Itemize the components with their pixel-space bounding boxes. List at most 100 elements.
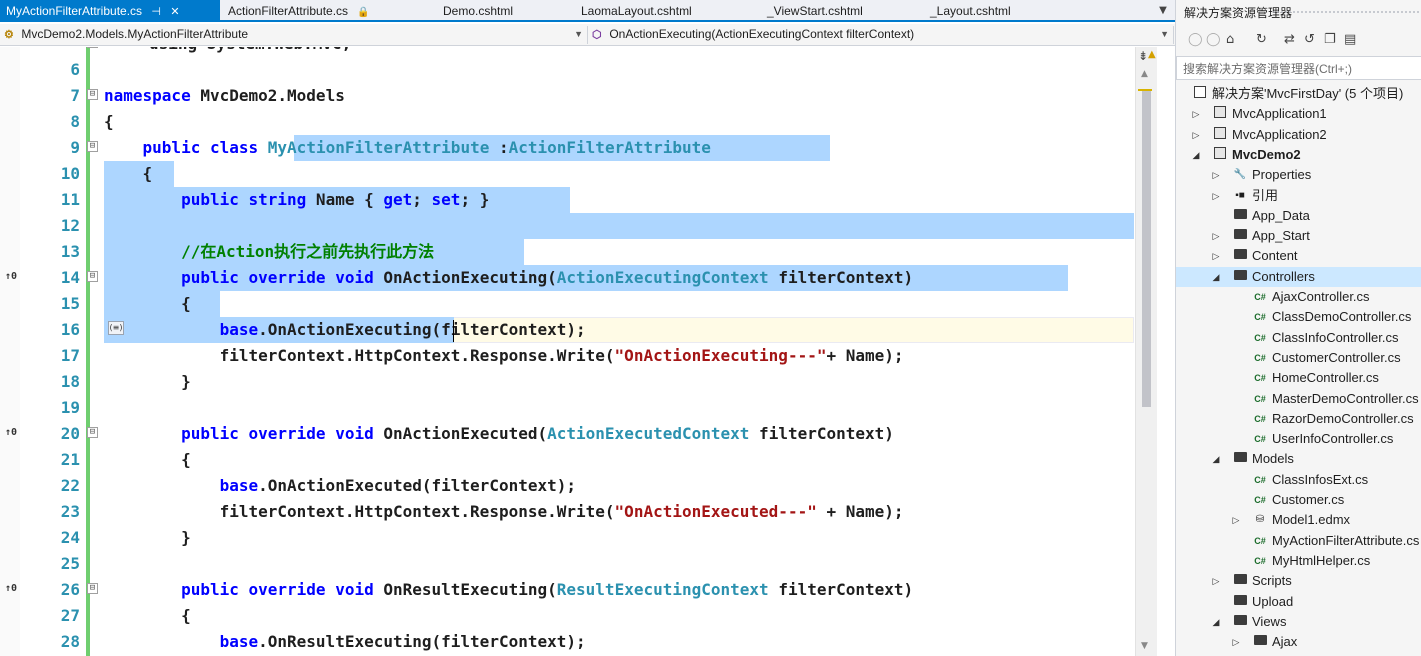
refresh-icon[interactable]: ↺: [1304, 32, 1315, 47]
tree-node-classinfocontroller-cs[interactable]: C# ClassInfoController.cs: [1176, 328, 1421, 348]
tree-node-controllers[interactable]: ◢ Controllers: [1176, 267, 1421, 287]
collapse-icon[interactable]: ⊟: [87, 583, 98, 594]
scroll-up-icon[interactable]: ▲: [1141, 69, 1148, 79]
csharp-file-icon: C#: [1254, 353, 1266, 363]
collapse-all-icon[interactable]: ❐: [1324, 32, 1336, 47]
collapse-icon[interactable]: ⊟: [87, 47, 98, 48]
split-window-icon[interactable]: ⇟: [1138, 49, 1148, 63]
line-number: 25: [60, 554, 80, 573]
tab-dropdown-icon[interactable]: ▼: [1155, 0, 1171, 22]
tab-demo[interactable]: Demo.cshtml: [443, 0, 513, 22]
forward-icon[interactable]: ◯: [1206, 32, 1221, 47]
code-line: 22 base.OnActionExecuted(filterContext);: [0, 473, 1157, 499]
line-number: 27: [60, 606, 80, 625]
collapse-icon[interactable]: ⊟: [87, 427, 98, 438]
tree-node-[interactable]: ▷ ▪■ 引用: [1176, 186, 1421, 206]
code-text: public override void OnActionExecuted(Ac…: [181, 424, 894, 443]
lock-icon: 🔒: [357, 7, 370, 18]
pin-icon[interactable]: ⊣: [151, 1, 161, 23]
tree-node-mvcdemo2[interactable]: ◢ MvcDemo2: [1176, 145, 1421, 165]
collapsed-arrow-icon[interactable]: ▷: [1230, 632, 1242, 652]
expanded-arrow-icon[interactable]: ◢: [1210, 449, 1222, 469]
tree-node-app-start[interactable]: ▷ App_Start: [1176, 226, 1421, 246]
pending-changes-icon[interactable]: ↻: [1256, 32, 1267, 47]
tree-node-myactionfilterattribute-cs[interactable]: C# MyActionFilterAttribute.cs: [1176, 531, 1421, 551]
tree-node-customer-cs[interactable]: C# Customer.cs: [1176, 490, 1421, 510]
tree-node-masterdemocontroller-cs[interactable]: C# MasterDemoController.cs: [1176, 389, 1421, 409]
editor-vertical-scrollbar[interactable]: ⇟ ▲ ▲ ▼: [1135, 47, 1157, 656]
tree-node-myhtmlhelper-cs[interactable]: C# MyHtmlHelper.cs: [1176, 551, 1421, 571]
folder-icon: [1232, 226, 1248, 246]
type-combo[interactable]: ⚙ MvcDemo2.Models.MyActionFilterAttribut…: [4, 26, 588, 44]
tree-node-customercontroller-cs[interactable]: C# CustomerController.cs: [1176, 348, 1421, 368]
tree-node-views[interactable]: ◢ Views: [1176, 612, 1421, 632]
code-editor[interactable]: ⊟ using System.Web.Mvc; 6 7 ⊟ namespace …: [0, 47, 1157, 656]
panel-grip[interactable]: [1272, 10, 1421, 14]
tree-node-mvcapplication1[interactable]: ▷ MvcApplication1: [1176, 104, 1421, 124]
scrollbar-thumb[interactable]: [1142, 89, 1151, 407]
tab-viewstart[interactable]: _ViewStart.cshtml: [767, 0, 863, 22]
reference-marker[interactable]: ↑0: [5, 271, 17, 282]
tree-node-model1-edmx[interactable]: ▷ ⛁ Model1.edmx: [1176, 510, 1421, 530]
tab-layout[interactable]: _Layout.cshtml: [930, 0, 1011, 22]
project-icon: [1212, 104, 1228, 124]
tree-node-homecontroller-cs[interactable]: C# HomeController.cs: [1176, 368, 1421, 388]
tree-node-mvcapplication2[interactable]: ▷ MvcApplication2: [1176, 125, 1421, 145]
expanded-arrow-icon[interactable]: ◢: [1210, 612, 1222, 632]
line-number: 28: [60, 632, 80, 651]
expanded-arrow-icon[interactable]: ◢: [1210, 267, 1222, 287]
collapsed-arrow-icon[interactable]: ▷: [1210, 571, 1222, 591]
sync-icon[interactable]: ⇄: [1284, 32, 1295, 47]
collapse-icon[interactable]: ⊟: [87, 271, 98, 282]
code-line: 13 //在Action执行之前先执行此方法: [0, 239, 1157, 265]
back-icon[interactable]: ◯: [1188, 32, 1203, 47]
collapsed-arrow-icon[interactable]: ▷: [1210, 186, 1222, 206]
code-line: 27 {: [0, 603, 1157, 629]
tab-laomalayout[interactable]: LaomaLayout.cshtml: [581, 0, 692, 22]
solution-search-box[interactable]: [1176, 56, 1421, 80]
tree-node-razordemocontroller-cs[interactable]: C# RazorDemoController.cs: [1176, 409, 1421, 429]
collapsed-arrow-icon[interactable]: ▷: [1210, 165, 1222, 185]
collapsed-arrow-icon[interactable]: ▷: [1190, 104, 1202, 124]
collapse-icon[interactable]: ⊟: [87, 89, 98, 100]
tree-node-models[interactable]: ◢ Models: [1176, 449, 1421, 469]
tab-myactionfilterattribute[interactable]: MyActionFilterAttribute.cs ⊣ ✕: [0, 0, 220, 22]
collapsed-arrow-icon[interactable]: ▷: [1230, 510, 1242, 530]
expanded-arrow-icon[interactable]: ◢: [1190, 145, 1202, 165]
tree-node-content[interactable]: ▷ Content: [1176, 246, 1421, 266]
tree-node-ajaxcontroller-cs[interactable]: C# AjaxController.cs: [1176, 287, 1421, 307]
collapsed-arrow-icon[interactable]: ▷: [1210, 226, 1222, 246]
tree-node-upload[interactable]: Upload: [1176, 592, 1421, 612]
tree-node-mvcfirstday-5[interactable]: 解决方案'MvcFirstDay' (5 个项目): [1176, 84, 1421, 104]
tree-node-label: ClassDemoController.cs: [1272, 309, 1412, 324]
csharp-file-icon: C#: [1254, 556, 1266, 566]
chevron-down-icon[interactable]: ▼: [574, 26, 583, 43]
code-text: filterContext.HttpContext.Response.Write…: [104, 346, 904, 365]
tree-node-properties[interactable]: ▷ 🔧 Properties: [1176, 165, 1421, 185]
tree-node-classinfosext-cs[interactable]: C# ClassInfosExt.cs: [1176, 470, 1421, 490]
code-line: 19: [0, 395, 1157, 421]
tree-node-app-data[interactable]: App_Data: [1176, 206, 1421, 226]
reference-marker[interactable]: ↑0: [5, 427, 17, 438]
tree-node-classdemocontroller-cs[interactable]: C# ClassDemoController.cs: [1176, 307, 1421, 327]
tree-node-userinfocontroller-cs[interactable]: C# UserInfoController.cs: [1176, 429, 1421, 449]
method-icon: ⬡: [592, 29, 602, 41]
reference-marker[interactable]: ↑0: [5, 583, 17, 594]
collapse-icon[interactable]: ⊟: [87, 141, 98, 152]
warning-icon[interactable]: ▲: [1148, 49, 1156, 60]
collapsed-arrow-icon[interactable]: ▷: [1190, 125, 1202, 145]
tab-actionfilterattribute[interactable]: ActionFilterAttribute.cs 🔒: [228, 0, 370, 22]
code-text: using System.Web.Mvc;: [149, 47, 351, 57]
collapsed-arrow-icon[interactable]: ▷: [1210, 246, 1222, 266]
tree-node-ajax[interactable]: ▷ Ajax: [1176, 632, 1421, 652]
scroll-down-icon[interactable]: ▼: [1141, 641, 1148, 651]
tree-node-label: Content: [1252, 248, 1298, 263]
close-icon[interactable]: ✕: [170, 1, 179, 23]
properties-icon[interactable]: ▤: [1344, 32, 1356, 47]
tree-node-scripts[interactable]: ▷ Scripts: [1176, 571, 1421, 591]
home-icon[interactable]: ⌂: [1226, 32, 1234, 47]
chevron-down-icon[interactable]: ▼: [1160, 26, 1169, 43]
solution-search-input[interactable]: [1183, 60, 1419, 78]
member-combo[interactable]: ⬡ OnActionExecuting(ActionExecutingConte…: [592, 26, 1174, 44]
tree-node-label: Properties: [1252, 167, 1312, 182]
